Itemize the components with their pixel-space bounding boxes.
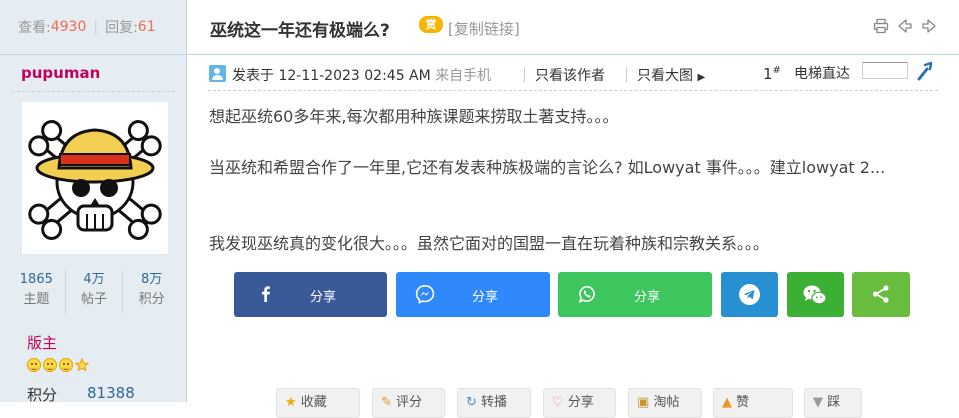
floor-sup: # [772,65,781,76]
username-divider [12,91,175,92]
heart-icon: ♡ [552,395,564,410]
straw-hat-skull-icon [28,120,162,240]
messenger-icon [415,284,435,304]
floor-number: 1# [763,65,781,83]
stat-credits-value: 8万 [141,272,163,287]
share-telegram-button[interactable] [721,272,778,317]
box-icon: ▣ [637,395,650,410]
posted-from: 来自手机 [435,68,492,84]
post-paragraph: 当巫统和希盟合作了一年里,它还有发表种族极端的言论么? 如Lowyat 事件。。… [209,158,886,177]
collect-button[interactable]: ▣ 淘帖 [628,388,702,418]
stat-topics[interactable]: 1865 主题 [8,270,66,314]
reward-badge: 赏 [419,16,443,33]
views-count: 4930 [50,19,87,35]
like-button[interactable]: ▲ 赞 [713,388,793,418]
share-wechat-button[interactable] [787,272,844,317]
dislike-button[interactable]: ▼ 踩 [804,388,862,418]
stats-divider: | [93,19,99,35]
author-stats: 1865 主题 4万 帖子 8万 积分 [8,270,180,314]
telegram-icon [739,284,760,305]
rank-stars [27,358,89,374]
post-paragraph: 想起巫统60多年来,每次都用种族课题来捞取土著支持。。。 [209,107,619,126]
favorite-button[interactable]: ★ 收藏 [276,388,360,418]
rate-button[interactable]: ✎ 评分 [372,388,445,418]
whatsapp-icon [578,285,595,303]
share-button[interactable]: ♡ 分享 [543,388,616,418]
share-label: 分享 [567,395,594,410]
dislike-label: 踩 [827,395,841,410]
stat-credits-label: 积分 [138,292,165,307]
stat-credits[interactable]: 8万 积分 [123,270,180,314]
floor-jump-input[interactable] [862,62,908,79]
repost-button[interactable]: ↻ 转播 [457,388,531,418]
previous-thread-icon[interactable] [897,18,913,34]
stat-posts[interactable]: 4万 帖子 [66,270,124,314]
favorite-label: 收藏 [300,395,327,410]
smiley-medal-icon [43,358,57,372]
online-user-icon [209,65,226,82]
posted-prefix: 发表于 [232,68,274,84]
thumbs-up-icon: ▲ [722,395,732,410]
wechat-icon [803,285,827,305]
share-facebook-button[interactable]: 分享 [234,272,387,317]
pencil-icon: ✎ [381,395,392,410]
author-sidebar: 查看: 4930 | 回复: 61 pupuman 1865 主题 4万 帖子 … [0,0,187,404]
posted-info: 发表于 12-11-2023 02:45 AM 来自手机 [232,65,491,85]
meta-divider [524,67,525,82]
replies-label: 回复: [105,20,138,36]
share-facebook-label: 分享 [310,290,337,305]
views-label: 查看: [18,20,51,36]
share-messenger-button[interactable]: 分享 [396,272,550,317]
avatar[interactable] [22,102,168,254]
thread-tools [873,18,937,34]
facebook-icon [262,286,270,302]
jump-go-icon[interactable] [916,61,934,81]
thread-stats: 查看: 4930 | 回复: 61 [0,0,186,55]
author-username[interactable]: pupuman [21,64,100,82]
meta-divider [626,67,627,82]
like-label: 赞 [736,395,750,410]
copy-link[interactable]: [复制链接] [448,18,520,39]
stat-posts-label: 帖子 [81,292,108,307]
thread-header: 巫统这一年还有极端么? 赏 [复制链接] [188,0,959,55]
share-more-button[interactable] [852,272,910,317]
rate-label: 评分 [396,395,423,410]
collect-label: 淘帖 [653,395,680,410]
repost-label: 转播 [481,395,508,410]
smiley-medal-icon [59,358,73,372]
share-icon [872,285,889,303]
floor-jump-label: 电梯直达 [794,66,850,82]
post-paragraph: 我发现巫统真的变化很大。。。虽然它面对的国盟一直在玩着种族和宗教关系。。。 [209,234,770,253]
star-icon: ★ [285,395,297,410]
thumbs-down-icon: ▼ [813,395,823,410]
view-big-images-link[interactable]: 只看大图 ▶ [637,65,705,85]
share-messenger-label: 分享 [472,290,499,305]
view-author-only-link[interactable]: 只看该作者 [535,65,605,85]
next-thread-icon[interactable] [921,18,937,34]
share-whatsapp-label: 分享 [634,290,661,305]
stat-posts-value: 4万 [83,272,105,287]
caret-right-icon: ▶ [697,72,706,83]
replies-count: 61 [137,19,156,35]
post-meta: 发表于 12-11-2023 02:45 AM 来自手机 只看该作者 只看大图 … [208,60,938,91]
thread-title[interactable]: 巫统这一年还有极端么? [210,16,390,41]
share-whatsapp-button[interactable]: 分享 [558,272,712,317]
star-icon [75,358,89,372]
stat-topics-value: 1865 [19,272,53,287]
stat-topics-label: 主题 [23,292,50,307]
posted-time: 12-11-2023 02:45 AM [278,68,431,84]
floor-value: 1 [763,65,773,83]
repost-icon: ↻ [466,395,477,410]
printer-icon[interactable] [873,18,889,34]
view-big-label: 只看大图 [637,68,693,84]
user-rank[interactable]: 版主 [27,332,57,353]
smiley-medal-icon [27,358,41,372]
